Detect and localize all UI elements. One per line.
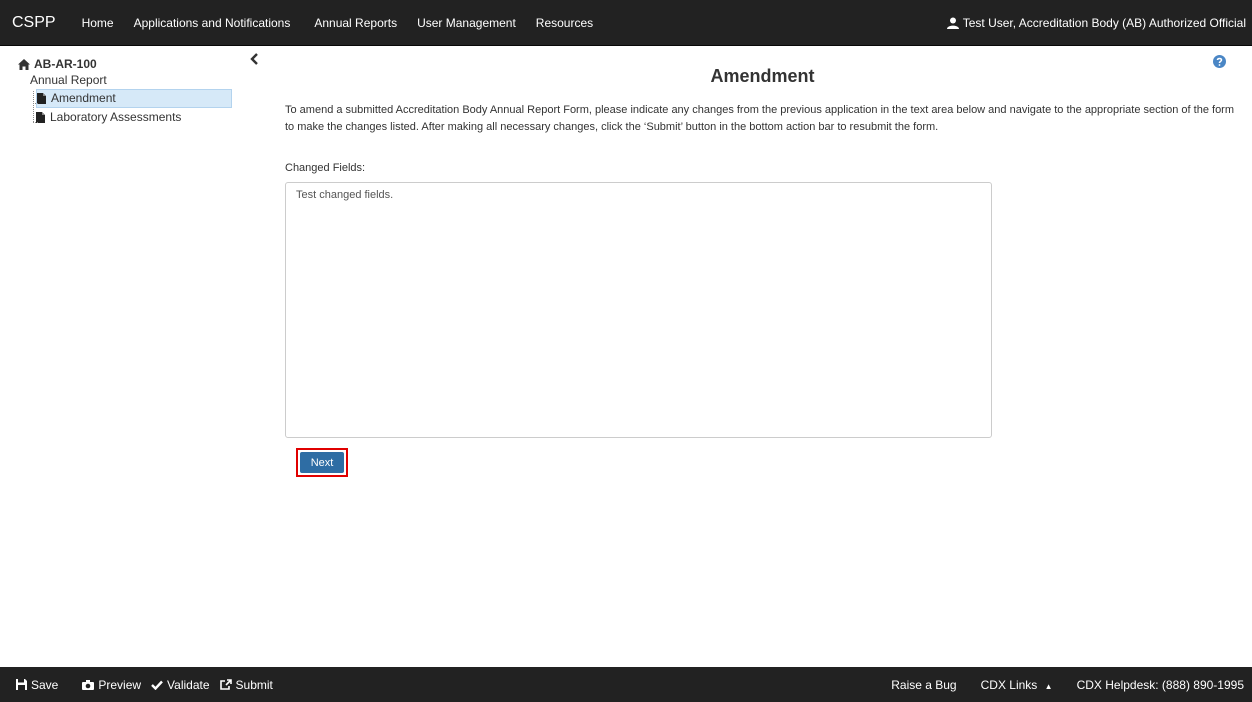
brand-link[interactable]: CSPP — [0, 0, 72, 46]
tree-root[interactable]: AB-AR-100 — [18, 56, 274, 72]
save-label: Save — [31, 677, 59, 692]
changed-fields-label: Changed Fields: — [285, 162, 366, 174]
next-button[interactable]: Next — [300, 452, 344, 473]
nav-resources[interactable]: Resources — [526, 0, 603, 46]
tree-connector-horizontal — [33, 103, 38, 104]
cdx-links-dropdown[interactable]: CDX Links ▲ — [981, 678, 1053, 692]
footer-right-links: Raise a Bug CDX Links ▲ CDX Helpdesk: (8… — [867, 667, 1244, 702]
next-button-highlight: Next — [296, 448, 348, 477]
preview-button[interactable]: Preview — [82, 678, 141, 692]
top-navbar: CSPP Home Applications and Notifications… — [0, 0, 1252, 46]
sidebar-item-amendment[interactable]: Amendment — [36, 89, 232, 108]
tree-connector-horizontal — [33, 122, 38, 123]
nav-applications-notifications[interactable]: Applications and Notifications — [124, 0, 301, 46]
nav-annual-reports[interactable]: Annual Reports — [300, 0, 407, 46]
cdx-links-label: CDX Links — [980, 677, 1038, 692]
tree-connector-vertical — [33, 91, 34, 122]
page-title: Amendment — [710, 66, 815, 86]
user-menu[interactable]: Test User, Accreditation Body (AB) Autho… — [946, 0, 1246, 46]
tree-root-label: AB-AR-100 — [34, 57, 97, 71]
collapse-sidebar-button[interactable] — [250, 52, 264, 68]
preview-label: Preview — [98, 677, 142, 692]
document-icon — [37, 93, 46, 104]
raise-bug-link[interactable]: Raise a Bug — [891, 678, 956, 692]
nav-home[interactable]: Home — [72, 0, 124, 46]
sidebar-item-label: Amendment — [51, 91, 116, 105]
submit-label: Submit — [235, 677, 273, 692]
nav-user-management[interactable]: User Management — [407, 0, 526, 46]
sidebar-item-label: Laboratory Assessments — [50, 110, 182, 124]
checkmark-icon — [151, 680, 163, 690]
changed-fields-textarea[interactable]: Test changed fields. — [285, 182, 992, 438]
caret-up-icon: ▲ — [1044, 681, 1053, 691]
bottom-action-bar: Save Preview Validate Submit Raise a Bug… — [0, 667, 1252, 702]
sidebar-tree: AB-AR-100 Annual Report Amendment Labora… — [18, 54, 274, 254]
intro-text: To amend a submitted Accreditation Body … — [285, 104, 1235, 133]
validate-button[interactable]: Validate — [151, 677, 210, 692]
user-icon — [946, 17, 959, 29]
cdx-helpdesk-link[interactable]: CDX Helpdesk: (888) 890-1995 — [1077, 678, 1244, 692]
sidebar-item-laboratory-assessments[interactable]: Laboratory Assessments — [18, 108, 274, 127]
share-icon — [219, 679, 232, 690]
submit-button[interactable]: Submit — [219, 677, 273, 692]
chevron-left-icon — [250, 53, 258, 65]
user-name: Test User, Accreditation Body (AB) Autho… — [962, 16, 1246, 30]
camera-icon — [82, 679, 95, 690]
home-icon — [18, 58, 30, 70]
validate-label: Validate — [167, 677, 210, 692]
tree-sub-label: Annual Report — [30, 73, 107, 87]
save-button[interactable]: Save — [16, 678, 58, 692]
floppy-disk-icon — [16, 679, 27, 690]
